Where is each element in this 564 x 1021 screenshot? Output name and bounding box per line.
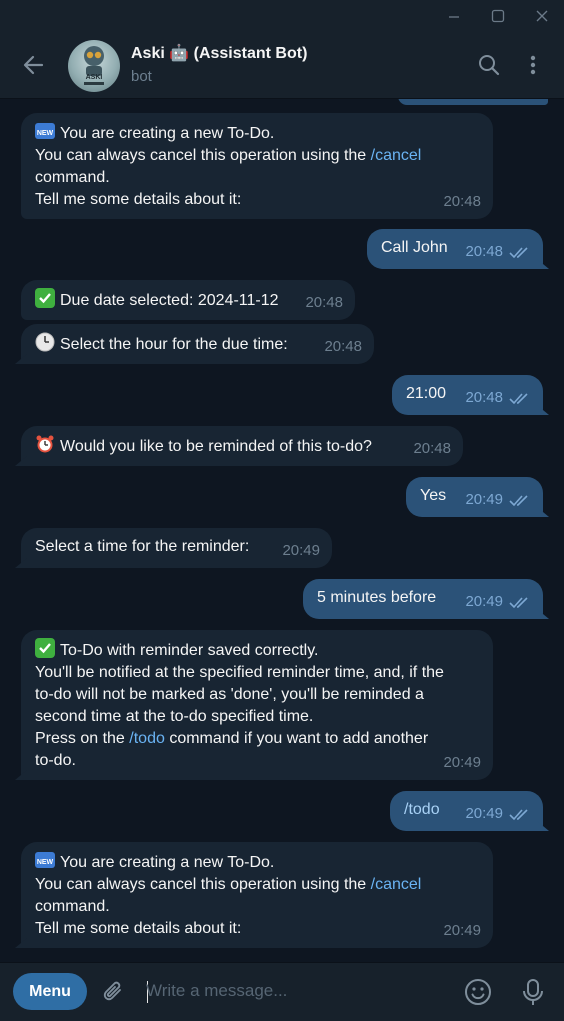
alarm-clock-icon [35,434,55,454]
message-time: 20:49 [465,491,503,508]
message-bubble[interactable]: Yes 20:49 [406,477,543,517]
message-bubble[interactable]: NEW You are creating a new To-Do. You can… [21,842,493,948]
menu-button[interactable]: Menu [13,973,87,1010]
cancel-command-link[interactable]: /cancel [371,147,422,164]
message-text: Yes [420,487,447,504]
message-bubble[interactable]: Select a time for the reminder: 20:49 [21,528,332,568]
todo-command-link[interactable]: /todo [129,730,165,747]
svg-text:NEW: NEW [37,859,54,866]
message-bubble[interactable]: To-Do with reminder saved correctly. You… [21,630,493,780]
minimize-icon[interactable] [432,0,476,32]
message-text: NEW You are creating a new To-Do. You can… [35,121,479,211]
avatar[interactable]: ASKI [68,40,120,92]
cancel-command-link[interactable]: /cancel [371,876,422,893]
message-text: Call John [381,239,448,256]
message-text: Select the hour for the due time: [60,336,288,353]
search-icon[interactable] [476,52,502,78]
message-text: 21:00 [406,385,447,402]
message-time: 20:49 [465,593,503,610]
message-text: To-Do with reminder saved correctly. You… [35,638,479,772]
message-text[interactable]: /todo [404,801,440,818]
message-bubble[interactable]: Call John 20:48 [367,229,543,269]
window-titlebar [0,0,564,32]
message-time: 20:48 [465,389,503,406]
clock-icon [35,332,55,352]
double-check-icon [509,597,528,609]
avatar-label: ASKI [85,74,103,81]
maximize-icon[interactable] [476,0,520,32]
svg-text:NEW: NEW [37,130,54,137]
message-bubble[interactable]: /todo 20:49 [390,791,543,831]
new-badge-icon: NEW [35,121,55,141]
double-check-icon [509,495,528,507]
check-mark-icon [35,288,55,308]
message-time: 20:48 [305,294,343,311]
message-text: Due date selected: 2024-11-12 [60,292,279,309]
message-input[interactable]: Write a message... [146,978,446,1004]
more-vert-icon[interactable] [520,52,546,78]
message-text: Select a time for the reminder: [35,538,250,555]
composer-bar: Menu Write a message... [0,962,564,1021]
chat-subtitle: bot [131,68,152,85]
back-arrow-icon[interactable] [20,51,48,79]
message-bubble[interactable]: Would you like to be reminded of this to… [21,426,463,466]
double-check-icon [509,247,528,259]
close-icon[interactable] [520,0,564,32]
message-bubble[interactable]: 21:00 20:48 [392,375,543,415]
message-bubble[interactable]: NEW You are creating a new To-Do. You can… [21,113,493,219]
message-bubble[interactable]: Due date selected: 2024-11-12 20:48 [21,280,355,320]
message-time: 20:49 [282,542,320,559]
chat-header: ASKI Aski 🤖 (Assistant Bot) bot [0,32,564,99]
message-text: 5 minutes before [317,589,437,606]
message-text: NEW You are creating a new To-Do. You can… [35,850,479,940]
message-bubble[interactable]: Select the hour for the due time: 20:48 [21,324,374,364]
message-time: 20:48 [413,440,451,457]
message-time: 20:48 [443,193,481,210]
message-time: 20:48 [465,243,503,260]
emoji-icon[interactable] [462,976,494,1008]
message-time: 20:49 [465,805,503,822]
attach-icon[interactable] [98,976,130,1008]
chat-title: Aski 🤖 (Assistant Bot) [131,45,308,62]
message-time: 20:49 [443,754,481,771]
double-check-icon [509,393,528,405]
message-bubble[interactable]: 5 minutes before 20:49 [303,579,543,619]
check-mark-icon [35,638,55,658]
microphone-icon[interactable] [517,976,549,1008]
message-text: Would you like to be reminded of this to… [60,438,372,455]
new-badge-icon: NEW [35,850,55,870]
message-time: 20:48 [324,338,362,355]
message-time: 20:49 [443,922,481,939]
message-bubble-partial [398,99,548,105]
message-list[interactable]: NEW You are creating a new To-Do. You can… [0,99,564,961]
double-check-icon [509,809,528,821]
